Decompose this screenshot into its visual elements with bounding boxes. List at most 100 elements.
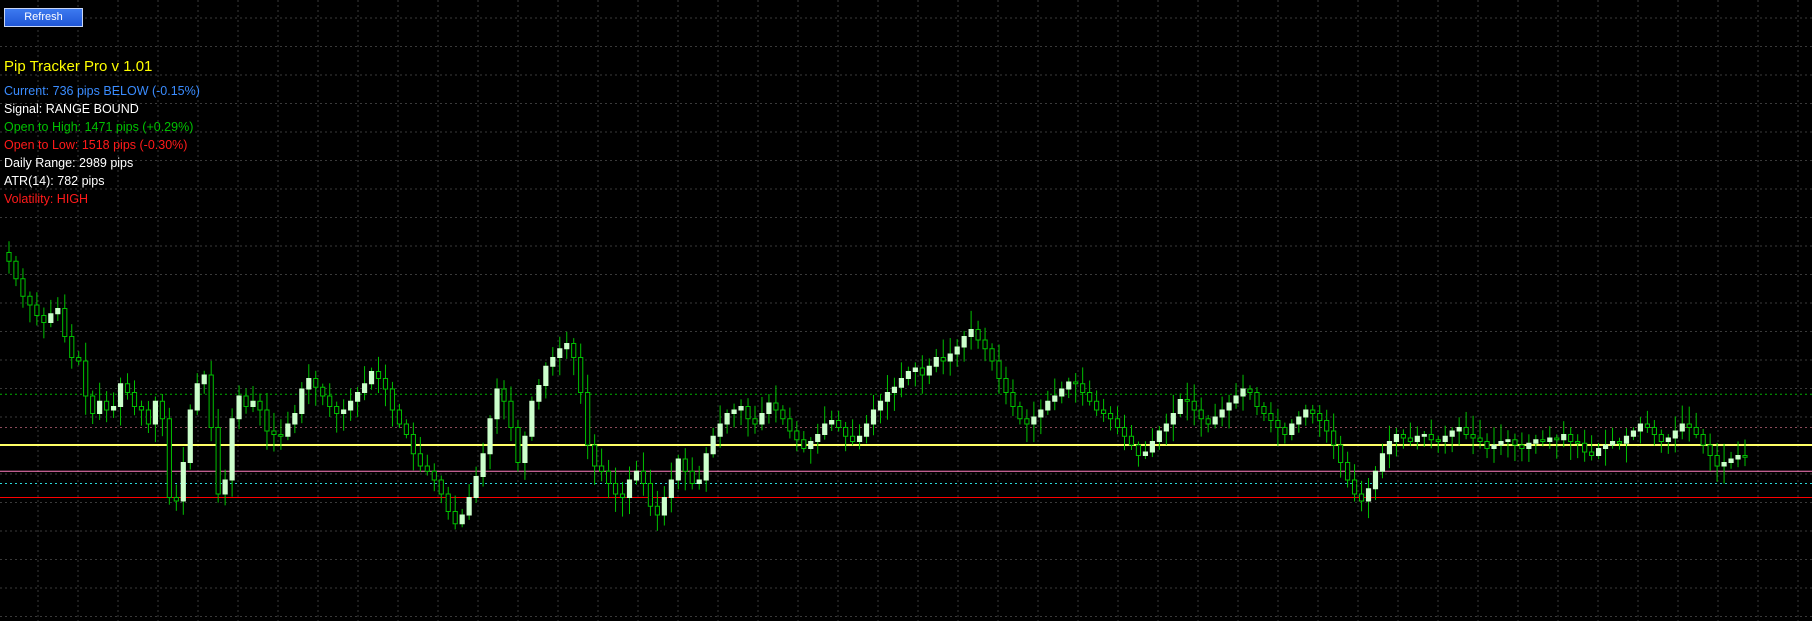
candle-body-bullish <box>222 479 228 495</box>
candle-body-bullish <box>1372 470 1379 490</box>
candlestick-series <box>6 241 1748 531</box>
candle-body-bearish <box>257 400 263 411</box>
candle-body-bullish <box>550 357 556 367</box>
pip-tracker-panel: Pip Tracker Pro v 1.01 Current: 736 pips… <box>4 58 200 208</box>
candle-body-bearish <box>780 409 786 420</box>
candle-body-bullish <box>536 385 542 402</box>
candle-body-bearish <box>104 400 110 411</box>
candle-body-bullish <box>1602 444 1609 449</box>
candle-body-bullish <box>466 497 472 516</box>
candle-body-bearish <box>1317 413 1323 421</box>
candle-body-bearish <box>375 371 382 379</box>
candle-body-bearish <box>396 409 403 425</box>
candle-body-bullish <box>1393 434 1399 442</box>
candle-body-bullish <box>1623 435 1630 444</box>
candle-body-bullish <box>564 343 570 350</box>
candle-body-bullish <box>884 392 891 402</box>
candle-body-bearish <box>1400 434 1406 439</box>
candle-body-bearish <box>1121 427 1128 437</box>
candle-body-bullish <box>1045 400 1051 411</box>
candle-body-bearish <box>843 427 849 437</box>
candle-body-bullish <box>822 423 828 435</box>
candle-body-bearish <box>1407 437 1413 442</box>
candle-body-bullish <box>194 383 200 411</box>
candle-body-bearish <box>243 395 249 407</box>
candle-body-bearish <box>1073 381 1079 385</box>
candle-body-bearish <box>145 409 152 425</box>
candle-body-bearish <box>850 435 856 442</box>
chart-grid <box>0 0 1812 621</box>
candle-body-bearish <box>1135 444 1142 456</box>
candle-body-bullish <box>1414 435 1420 442</box>
candle-body-bullish <box>1735 455 1741 460</box>
candle-body-bullish <box>1505 439 1511 442</box>
candle-body-bearish <box>1351 479 1358 495</box>
refresh-button[interactable]: Refresh <box>4 8 83 27</box>
candle-body-bullish <box>1498 441 1504 446</box>
candle-body-bearish <box>989 348 995 362</box>
candle-body-bullish <box>1665 437 1671 442</box>
candle-body-bearish <box>124 383 131 393</box>
candle-body-bullish <box>626 479 633 498</box>
candle-body-bullish <box>1303 409 1309 418</box>
candle-body-bearish <box>1114 418 1121 428</box>
candle-body-bullish <box>1212 416 1218 425</box>
candle-body-bullish <box>1163 423 1169 432</box>
candle-body-bullish <box>1630 430 1637 437</box>
candle-body-bearish <box>787 418 793 432</box>
candle-body-bullish <box>543 365 549 386</box>
candle-body-bearish <box>278 434 284 437</box>
price-chart[interactable] <box>0 0 1812 621</box>
candle-body-bullish <box>829 420 835 425</box>
candle-body-bullish <box>731 409 737 414</box>
candle-body-bearish <box>173 497 179 502</box>
candle-body-bullish <box>891 386 898 393</box>
candle-body-bearish <box>1742 455 1748 458</box>
candle-body-bullish <box>1031 416 1037 425</box>
candle-body-bearish <box>1714 455 1720 467</box>
candle-body-bearish <box>34 304 40 316</box>
candle-body-bearish <box>1205 418 1211 425</box>
candle-body-bearish <box>1707 444 1713 456</box>
candle-body-bullish <box>1226 402 1232 411</box>
candle-body-bullish <box>152 400 159 425</box>
candle-body-bullish <box>55 308 61 315</box>
candle-body-bullish <box>480 453 486 477</box>
candle-body-bullish <box>557 348 563 358</box>
candle-body-bullish <box>1059 388 1065 397</box>
candle-body-bullish <box>738 406 744 411</box>
open-to-high: Open to High: 1471 pips (+0.29%) <box>4 120 194 134</box>
candle-body-bullish <box>1296 416 1302 425</box>
candle-body-bearish <box>6 252 12 262</box>
candle-body-bullish <box>1052 395 1058 402</box>
candle-body-bullish <box>292 413 298 425</box>
candle-body-bearish <box>382 378 389 390</box>
candle-body-bearish <box>313 378 319 388</box>
candle-body-bullish <box>1156 430 1162 442</box>
candle-body-bullish <box>759 413 765 425</box>
candle-body-bearish <box>1512 439 1518 446</box>
candle-body-bullish <box>675 458 681 481</box>
candle-body-bearish <box>599 465 605 472</box>
current-status: Current: 736 pips BELOW (-0.15%) <box>4 84 200 98</box>
candle-body-bullish <box>947 353 953 362</box>
candle-body-bearish <box>794 430 800 441</box>
candle-body-bearish <box>131 392 138 407</box>
candle-body-bullish <box>1609 441 1616 446</box>
candle-body-bullish <box>348 400 354 411</box>
candle-body-bullish <box>968 329 974 337</box>
candle-body-bearish <box>1107 413 1114 420</box>
candle-body-bullish <box>1038 409 1044 418</box>
candle-body-bearish <box>41 315 47 323</box>
chart-area[interactable]: Refresh Pip Tracker Pro v 1.01 Current: … <box>0 0 1812 621</box>
candle-body-bearish <box>745 406 751 420</box>
candle-body-bullish <box>97 400 103 414</box>
candle-body-bearish <box>62 308 68 337</box>
candle-body-bullish <box>633 470 640 481</box>
candle-body-bullish <box>180 462 186 502</box>
candle-body-bullish <box>870 409 877 425</box>
candle-body-bearish <box>215 427 221 495</box>
candle-body-bearish <box>20 278 26 297</box>
candle-body-bullish <box>703 453 709 481</box>
candle-body-bearish <box>271 430 277 435</box>
